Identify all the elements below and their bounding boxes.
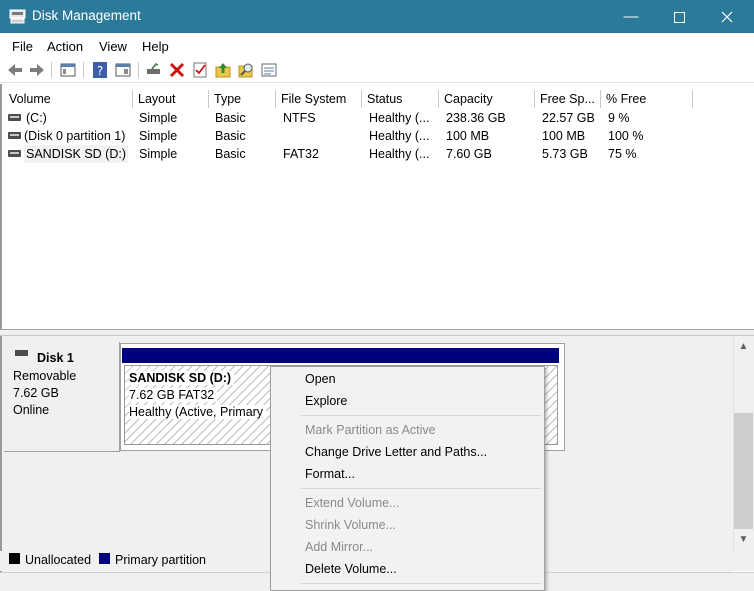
partition-status: Healthy (Active, Primary [129,405,267,419]
table-row[interactable]: SANDISK SD (D:) Simple Basic FAT32 Healt… [4,145,704,163]
column-header-file-system[interactable]: File System [276,90,362,108]
cell-type: Basic [215,111,246,125]
disk-status: Online [13,403,50,417]
column-header-percent-free[interactable]: % Free [601,90,693,108]
menu-action[interactable]: Action [47,39,83,54]
legend-primary-partition: Primary partition [115,553,206,567]
menu-view[interactable]: View [99,39,127,54]
table-row[interactable]: (Disk 0 partition 1) Simple Basic Health… [4,127,704,145]
cell-volume: (C:) [26,111,47,125]
disk-size: 7.62 GB [13,386,59,400]
menu-item-extend-volume: Extend Volume... [305,496,400,510]
delete-icon[interactable] [167,60,187,80]
maximize-button[interactable] [656,0,702,33]
cell-layout: Simple [139,129,178,143]
upload-folder-icon[interactable] [213,60,233,80]
menu-file[interactable]: File [12,39,33,54]
back-arrow-icon[interactable] [5,60,25,80]
cell-percent-free: 75 % [608,147,637,161]
column-header-free-space[interactable]: Free Sp... [535,90,601,108]
disk-management-app-icon [9,9,26,24]
cell-status: Healthy (... [369,129,430,143]
toolbar-separator [83,62,84,78]
cell-layout: Simple [139,111,178,125]
toolbar-separator [51,62,52,78]
cell-status: Healthy (... [369,111,430,125]
menu-item-add-mirror: Add Mirror... [305,540,374,554]
window-title: Disk Management [32,8,141,23]
primary-partition-swatch [99,553,110,564]
scroll-up-arrow-icon[interactable]: ▲ [733,338,754,355]
column-header-type[interactable]: Type [209,90,276,108]
cell-capacity: 100 MB [446,129,490,143]
cell-file-system: FAT32 [283,147,319,161]
menu-item-change-drive-letter[interactable]: Change Drive Letter and Paths... [305,445,487,459]
action-pane-icon[interactable] [113,60,133,80]
minimize-button[interactable]: — [608,0,654,33]
cell-capacity: 238.36 GB [446,111,506,125]
menu-item-delete-volume[interactable]: Delete Volume... [305,562,397,576]
menu-separator [301,488,541,489]
cell-capacity: 7.60 GB [446,147,492,161]
cell-free-space: 100 MB [542,129,586,143]
cell-file-system: NTFS [283,111,316,125]
column-header-status[interactable]: Status [362,90,439,108]
cell-layout: Simple [139,147,178,161]
toolbar-separator [138,62,139,78]
cell-volume: SANDISK SD (D:) [24,145,129,163]
disk-type: Removable [13,369,77,383]
partition-name: SANDISK SD (D:) [129,371,235,385]
column-header-capacity[interactable]: Capacity [439,90,535,108]
menu-item-explore[interactable]: Explore [305,394,347,408]
column-header-layout[interactable]: Layout [133,90,209,108]
cell-percent-free: 9 % [608,111,630,125]
menu-separator [301,415,541,416]
disk-name: Disk 1 [37,351,74,365]
maximize-icon [673,11,685,23]
unallocated-swatch [9,553,20,564]
connect-drive-icon[interactable] [144,60,164,80]
legend-unallocated: Unallocated [25,553,92,567]
scrollbar-thumb[interactable] [734,413,753,529]
console-tree-icon[interactable] [58,60,78,80]
close-icon [721,11,733,23]
cell-volume: (Disk 0 partition 1) [24,129,126,143]
menu-item-format[interactable]: Format... [305,467,355,481]
search-folder-icon[interactable] [236,60,256,80]
menu-help[interactable]: Help [142,39,169,54]
cell-percent-free: 100 % [608,129,644,143]
forward-arrow-icon[interactable] [27,60,47,80]
menu-item-open[interactable]: Open [305,372,336,386]
scroll-down-arrow-icon[interactable]: ▼ [733,531,754,548]
menu-item-shrink-volume: Shrink Volume... [305,518,397,532]
settings-list-icon[interactable] [259,60,279,80]
table-row[interactable]: (C:) Simple Basic NTFS Healthy (... 238.… [4,109,704,127]
svg-text:?: ? [97,64,103,78]
menu-item-mark-active: Mark Partition as Active [305,423,436,437]
cell-free-space: 22.57 GB [542,111,595,125]
partition-size: 7.62 GB FAT32 [129,388,218,402]
column-header-volume[interactable]: Volume [4,90,133,108]
help-icon[interactable]: ? [90,60,110,80]
cell-type: Basic [215,147,246,161]
menu-separator [301,583,541,584]
drive-icon [8,150,21,157]
volume-list-header: Volume Layout Type File System Status Ca… [4,90,754,108]
drive-icon [8,132,21,139]
close-button[interactable] [704,0,750,33]
disk-icon [15,350,28,356]
cell-type: Basic [215,129,246,143]
cell-free-space: 5.73 GB [542,147,588,161]
cell-status: Healthy (... [369,147,430,161]
properties-check-icon[interactable] [190,60,210,80]
primary-partition-bar [122,348,559,363]
drive-icon [8,114,21,121]
